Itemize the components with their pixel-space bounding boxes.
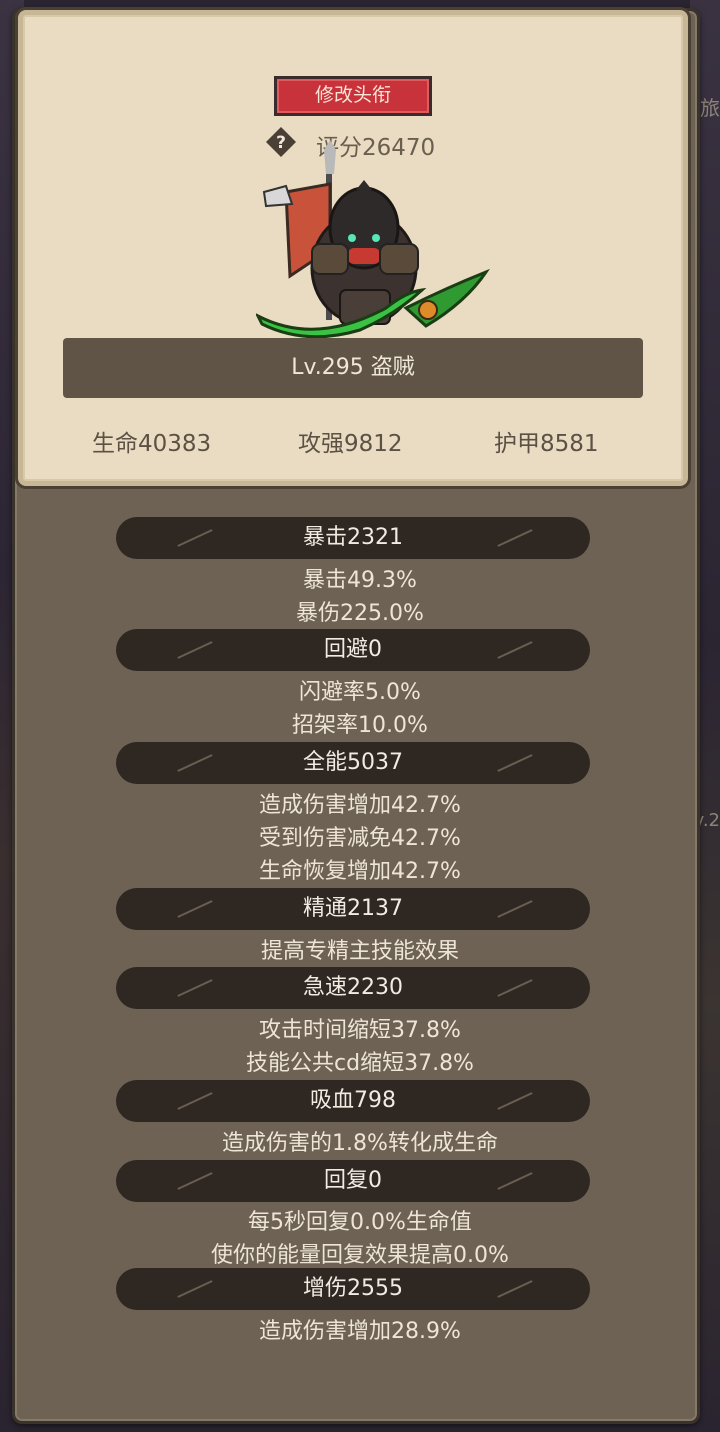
stat-line: 每5秒回复0.0%生命值: [248, 1210, 472, 1235]
stat-bar-regen: 回复0: [116, 1160, 590, 1202]
stat-bar-crit: 暴击2321: [116, 517, 590, 559]
stat-bar-title: 精通2137: [303, 896, 403, 921]
stat-line: 闪避率5.0%: [299, 680, 421, 705]
stat-line: 生命恢复增加42.7%: [259, 859, 461, 884]
stat-bar-evasion: 回避0: [116, 629, 590, 671]
stat-bar-mastery: 精通2137: [116, 888, 590, 930]
stat-line: 暴击49.3%: [303, 568, 417, 593]
background-partial-text: 旅: [700, 96, 720, 120]
stat-line: 造成伤害增加28.9%: [259, 1319, 461, 1344]
stat-line: 受到伤害减免42.7%: [259, 826, 461, 851]
stat-bar-damage-bonus: 增伤2555: [116, 1268, 590, 1310]
stat-bar-title: 回避0: [324, 637, 382, 662]
stat-bar-title: 全能5037: [303, 750, 403, 775]
stat-line: 暴伤225.0%: [296, 601, 424, 626]
stat-bar-title: 吸血798: [310, 1088, 396, 1113]
stat-bar-versatility: 全能5037: [116, 742, 590, 784]
stat-bar-title: 急速2230: [303, 975, 403, 1000]
stat-line: 攻击时间缩短37.8%: [259, 1018, 461, 1043]
stat-armor: 护甲8581: [494, 431, 599, 457]
stat-line: 招架率10.0%: [292, 713, 428, 738]
stat-line: 提高专精主技能效果: [260, 939, 459, 964]
stat-life: 生命40383: [92, 431, 212, 457]
stat-bar-lifesteal: 吸血798: [116, 1080, 590, 1122]
hero-level-class: Lv.295 盗贼: [63, 338, 643, 398]
stat-bar-title: 回复0: [324, 1168, 382, 1193]
hero-portrait: [256, 140, 490, 339]
stat-bar-title: 暴击2321: [303, 525, 403, 550]
stat-line: 技能公共cd缩短37.8%: [246, 1051, 474, 1076]
stat-bar-haste: 急速2230: [116, 967, 590, 1009]
stat-attack-power: 攻强9812: [298, 431, 403, 457]
stat-bar-title: 增伤2555: [303, 1276, 403, 1301]
stat-line: 使你的能量回复效果提高0.0%: [211, 1243, 509, 1268]
stat-line: 造成伤害的1.8%转化成生命: [222, 1131, 498, 1156]
stat-line: 造成伤害增加42.7%: [259, 793, 461, 818]
edit-title-button[interactable]: 修改头衔: [274, 76, 432, 116]
